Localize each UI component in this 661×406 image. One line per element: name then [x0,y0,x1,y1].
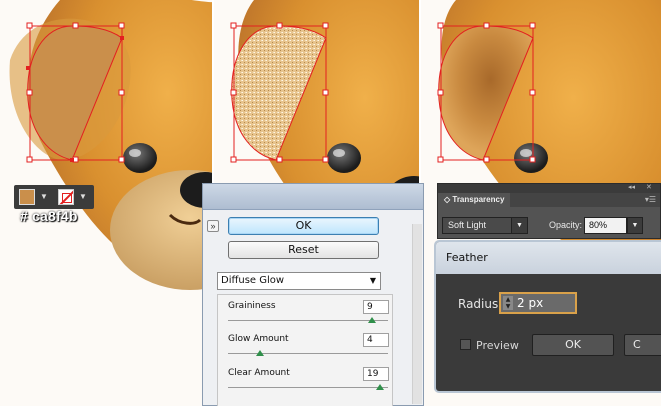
filter-params: Graininess 9 Glow Amount 4 Clear Amount … [217,294,393,406]
feather-cancel-button[interactable]: C [624,334,661,356]
graininess-slider[interactable] [228,320,388,321]
preview-checkbox[interactable] [460,339,471,350]
opacity-label: Opacity: [549,220,583,230]
spinner-arrows-icon[interactable]: ▲ ▼ [503,296,513,310]
close-icon[interactable]: ✕ [646,183,652,191]
stroke-none-swatch[interactable] [58,189,74,205]
transparency-panel: ◂◂ ✕ ◇ Transparency ▾☰ Soft Light ▼ Opac… [437,183,661,239]
feather-dialog-title: Feather [436,242,661,274]
panel-menu-icon[interactable]: ▾☰ [645,195,656,204]
collapse-icon[interactable]: ◂◂ [628,183,635,191]
radius-input[interactable]: ▲ ▼ 2 px [499,292,577,314]
feather-ok-button[interactable]: OK [532,334,614,356]
glow-amount-input[interactable]: 4 [363,333,389,347]
chevron-down-icon[interactable]: ▼ [627,217,643,234]
glow-amount-slider[interactable] [228,353,388,354]
dialog-scrollbar[interactable] [412,224,422,404]
radius-label: Radius: [458,297,503,311]
panel-topbar[interactable]: ◂◂ ✕ [438,184,660,193]
clear-amount-slider[interactable] [228,387,388,388]
blend-mode-select[interactable]: Soft Light ▼ [442,217,528,234]
radius-value: 2 px [517,296,544,310]
graininess-slider-thumb[interactable] [368,317,376,323]
blend-mode-value: Soft Light [448,220,487,230]
clear-amount-slider-thumb[interactable] [376,384,384,390]
hex-color-label: # ca8f4b [20,208,78,224]
fill-color-swatch[interactable] [19,189,35,205]
chevron-down-icon: ▼ [369,276,376,285]
dialog-titlebar[interactable] [203,184,423,210]
ok-button[interactable]: OK [228,217,379,235]
tab-transparency[interactable]: ◇ Transparency [438,193,511,207]
glow-amount-label: Glow Amount [228,334,289,344]
canvas-panel-step1: ▼ ▼ # ca8f4b [0,0,212,406]
clear-amount-input[interactable]: 19 [363,367,389,381]
feather-dialog: Feather Radius: ▲ ▼ 2 px Preview OK C [434,240,661,393]
graininess-label: Graininess [228,301,276,311]
preview-checkbox-row[interactable]: Preview [460,339,519,352]
collapse-chevron-icon[interactable]: » [207,220,219,232]
chevron-down-icon[interactable]: ▼ [79,192,87,201]
filter-select[interactable]: Diffuse Glow ▼ [217,272,381,290]
filter-select-value: Diffuse Glow [221,275,285,286]
panel-tab-row: ◇ Transparency ▾☰ [438,193,660,207]
diffuse-glow-dialog: » OK Reset Diffuse Glow ▼ Graininess 9 G… [202,183,424,406]
chevron-down-icon[interactable]: ▼ [40,192,48,201]
color-swatch-widget: ▼ ▼ [14,185,94,209]
clear-amount-label: Clear Amount [228,368,290,378]
reset-button[interactable]: Reset [228,241,379,259]
glow-amount-slider-thumb[interactable] [256,350,264,356]
graininess-input[interactable]: 9 [363,300,389,314]
opacity-input[interactable]: 80% [584,217,627,234]
chevron-down-icon: ▼ [511,218,527,233]
